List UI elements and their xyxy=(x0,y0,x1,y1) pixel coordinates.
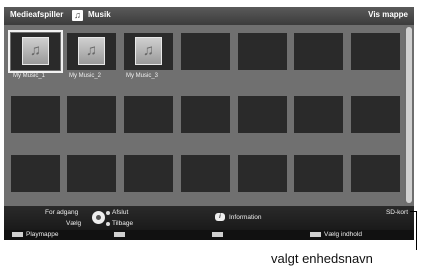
media-tile[interactable] xyxy=(67,96,116,133)
exit-hint: Afslut xyxy=(112,209,129,216)
section-title: Musik xyxy=(88,10,111,19)
media-tile[interactable] xyxy=(294,155,343,192)
media-tile[interactable] xyxy=(181,155,230,192)
media-tile[interactable] xyxy=(181,33,230,70)
device-name-label: SD-kort xyxy=(385,209,408,216)
media-tile[interactable] xyxy=(351,96,400,133)
blue-key-icon xyxy=(310,232,321,237)
media-tile[interactable] xyxy=(238,33,287,70)
navigation-pad-icon xyxy=(92,211,105,224)
red-key-label: Playmappe xyxy=(26,231,59,238)
media-tile-label: My Music_3 xyxy=(126,73,159,79)
music-note-icon: ♫ xyxy=(72,10,83,21)
media-tile-label: My Music_1 xyxy=(13,73,46,79)
media-grid: My Music_1 ♫ My Music_2 ♫ My Music_3 ♫ xyxy=(4,25,404,206)
media-tile[interactable] xyxy=(294,96,343,133)
green-key-icon xyxy=(114,232,125,237)
media-tile[interactable] xyxy=(124,96,173,133)
music-note-icon: ♫ xyxy=(78,37,105,65)
media-tile[interactable] xyxy=(351,155,400,192)
red-key-icon xyxy=(12,232,23,237)
callout-label: valgt enhedsnavn xyxy=(271,251,373,266)
music-note-icon: ♫ xyxy=(22,37,49,65)
media-tile[interactable] xyxy=(351,33,400,70)
media-tile[interactable]: ♫ xyxy=(8,30,63,73)
scrollbar-thumb[interactable] xyxy=(406,27,412,203)
media-tile[interactable] xyxy=(238,96,287,133)
info-icon: i xyxy=(215,213,225,221)
music-note-icon: ♫ xyxy=(135,37,162,65)
media-tile[interactable] xyxy=(67,155,116,192)
media-tile[interactable]: ♫ xyxy=(124,33,173,70)
select-hint: Vælg xyxy=(66,220,82,227)
back-button-icon xyxy=(106,222,110,226)
access-hint: For adgang xyxy=(45,209,79,216)
yellow-key-icon xyxy=(212,232,223,237)
media-player-screen: Medieafspiller ♫ Musik Vis mappe My Musi… xyxy=(4,7,414,240)
media-tile[interactable] xyxy=(294,33,343,70)
exit-button-icon xyxy=(106,211,110,215)
media-tile[interactable] xyxy=(181,96,230,133)
info-hint: Information xyxy=(229,214,262,221)
media-tile[interactable]: ♫ xyxy=(67,33,116,70)
media-tile[interactable] xyxy=(124,155,173,192)
scrollbar[interactable] xyxy=(406,27,412,203)
blue-key-label: Vælg indhold xyxy=(324,231,362,238)
back-hint: Tilbage xyxy=(112,220,134,227)
app-title: Medieafspiller xyxy=(10,10,64,19)
media-tile-label: My Music_2 xyxy=(69,73,102,79)
color-key-bar: Playmappe Vælg indhold xyxy=(4,230,414,240)
callout-line-vertical xyxy=(416,211,417,250)
view-folder-button[interactable]: Vis mappe xyxy=(368,10,408,19)
media-tile[interactable] xyxy=(238,155,287,192)
header-bar: Medieafspiller ♫ Musik Vis mappe xyxy=(4,7,414,25)
media-tile[interactable] xyxy=(11,155,60,192)
footer-bar: For adgang Vælg Afslut Tilbage i Informa… xyxy=(4,206,414,230)
media-tile[interactable] xyxy=(11,96,60,133)
